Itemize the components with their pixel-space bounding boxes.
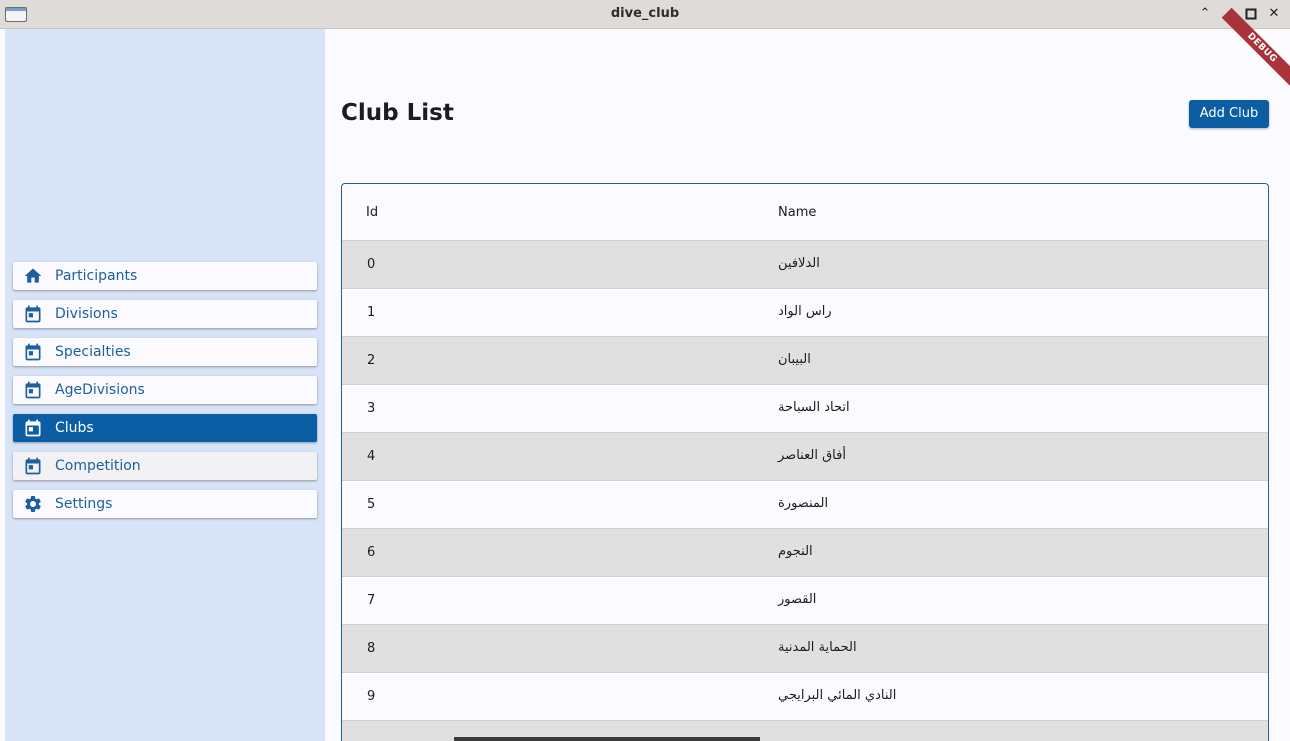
sidebar-item-specialties[interactable]: Specialties xyxy=(13,338,317,366)
table-row[interactable]: 5 المنصورة xyxy=(342,481,1268,529)
sidebar-item-label: Specialties xyxy=(55,344,131,360)
cell-id: 0 xyxy=(367,257,376,272)
sidebar-item-participants[interactable]: Participants xyxy=(13,262,317,290)
window-titlebar: dive_club ⌃ ⌄ ✕ xyxy=(0,0,1290,29)
table-row[interactable]: 3 اتحاد السباحة xyxy=(342,385,1268,433)
cell-id: 6 xyxy=(367,545,376,560)
table-row[interactable]: 9 النادي المائي البرايجي xyxy=(342,673,1268,721)
cell-id: 2 xyxy=(367,353,376,368)
cell-name: المنصورة xyxy=(778,496,829,511)
sidebar-item-label: Settings xyxy=(55,496,113,512)
maximize-icon[interactable] xyxy=(1243,6,1259,22)
sidebar-item-clubs[interactable]: Clubs xyxy=(13,414,317,442)
cell-name: النجوم xyxy=(778,544,813,559)
sidebar-item-competition[interactable]: Competition xyxy=(13,452,317,480)
sidebar: Participants Divisions Specialties AgeDi… xyxy=(5,29,325,741)
cell-id: 1 xyxy=(367,305,376,320)
table-row[interactable]: 1 راس الواد xyxy=(342,289,1268,337)
cell-name: القصور xyxy=(778,592,817,607)
calendar-icon xyxy=(25,419,41,437)
cell-id: 7 xyxy=(367,593,376,608)
cell-id: 9 xyxy=(367,689,376,704)
close-icon[interactable]: ✕ xyxy=(1266,6,1282,22)
horizontal-scrollbar[interactable] xyxy=(454,737,760,741)
sidebar-item-settings[interactable]: Settings xyxy=(13,490,317,518)
table-row[interactable]: 2 البيبان xyxy=(342,337,1268,385)
sidebar-item-label: Competition xyxy=(55,458,141,474)
calendar-icon xyxy=(25,343,41,361)
cell-id: 5 xyxy=(367,497,376,512)
window-title: dive_club xyxy=(610,6,680,21)
column-header-name[interactable]: Name xyxy=(778,205,816,220)
cell-name: الدلافين xyxy=(778,256,820,271)
cell-name: الحماية المدنية xyxy=(778,640,857,655)
calendar-icon xyxy=(25,457,41,475)
calendar-icon xyxy=(25,305,41,323)
column-header-id[interactable]: Id xyxy=(366,205,378,220)
sidebar-item-label: Clubs xyxy=(55,420,94,436)
table-row[interactable]: 8 الحماية المدنية xyxy=(342,625,1268,673)
page-title: Club List xyxy=(341,100,454,126)
cell-name: راس الواد xyxy=(778,304,832,319)
cell-name: أفاق العناصر xyxy=(778,448,846,463)
main-content: DEBUG Club List Add Club Id Name 0 الدلا… xyxy=(325,7,1290,741)
club-table: Id Name 0 الدلافين 1 راس الواد 2 البيبان… xyxy=(341,183,1269,741)
cell-id: 3 xyxy=(367,401,376,416)
home-icon xyxy=(24,268,42,283)
cell-id: 8 xyxy=(367,641,376,656)
gear-icon xyxy=(25,496,41,512)
cell-id: 4 xyxy=(367,449,376,464)
sidebar-item-label: Participants xyxy=(55,268,138,284)
sidebar-item-label: Divisions xyxy=(55,306,118,322)
cell-name: اتحاد السباحة xyxy=(778,400,850,415)
table-header: Id Name xyxy=(342,184,1268,241)
table-row[interactable]: 4 أفاق العناصر xyxy=(342,433,1268,481)
table-row[interactable]: 0 الدلافين xyxy=(342,241,1268,289)
sidebar-item-agedivisions[interactable]: AgeDivisions xyxy=(13,376,317,404)
collapse-icon[interactable]: ⌃ xyxy=(1197,6,1213,22)
table-row[interactable]: 6 النجوم xyxy=(342,529,1268,577)
sidebar-item-label: AgeDivisions xyxy=(55,382,145,398)
cell-name: النادي المائي البرايجي xyxy=(778,688,897,703)
table-row[interactable]: 7 القصور xyxy=(342,577,1268,625)
calendar-icon xyxy=(25,381,41,399)
add-club-button[interactable]: Add Club xyxy=(1189,100,1269,128)
cell-name: البيبان xyxy=(778,352,811,367)
sidebar-item-divisions[interactable]: Divisions xyxy=(13,300,317,328)
